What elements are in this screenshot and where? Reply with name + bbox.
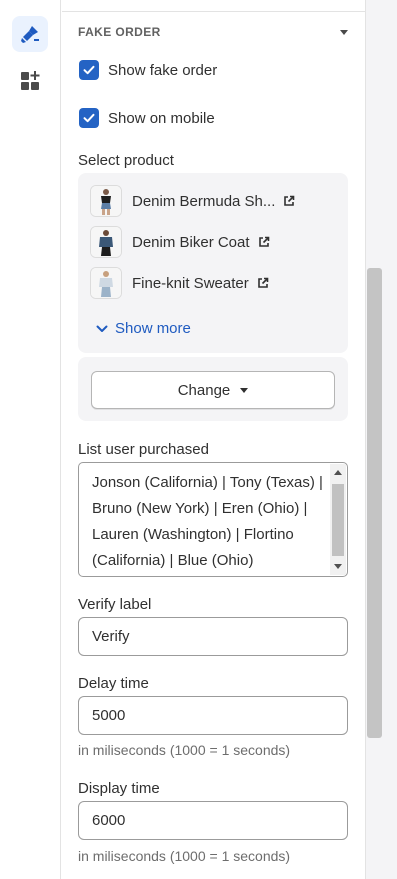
checkmark-icon — [83, 113, 95, 123]
section-header-fake-order[interactable]: FAKE ORDER — [78, 25, 350, 39]
show-on-mobile-label: Show on mobile — [108, 109, 215, 127]
external-link-icon[interactable] — [283, 195, 295, 207]
collapse-caret-icon[interactable] — [340, 29, 348, 35]
scroll-down-icon[interactable] — [334, 564, 342, 569]
caret-down-icon — [240, 387, 249, 393]
display-time-input[interactable]: 6000 — [78, 801, 348, 840]
product-item: Denim Biker Coat — [90, 226, 270, 258]
external-link-icon[interactable] — [257, 277, 269, 289]
change-container: Change — [78, 357, 348, 421]
purchased-list-value[interactable]: Jonson (California) | Tony (Texas) | Bru… — [92, 470, 328, 574]
product-name: Fine-knit Sweater — [132, 274, 249, 292]
show-more-label: Show more — [115, 320, 191, 337]
display-time-help: in miliseconds (1000 = 1 seconds) — [78, 848, 291, 864]
product-name: Denim Bermuda Sh... — [132, 192, 276, 210]
delay-time-input[interactable]: 5000 — [78, 696, 348, 735]
scroll-up-icon[interactable] — [334, 470, 342, 475]
external-link-icon[interactable] — [258, 236, 270, 248]
product-thumbnail — [90, 226, 122, 258]
checkmark-icon — [83, 65, 95, 75]
add-app-block-icon[interactable] — [12, 63, 48, 99]
textarea-scroll-thumb[interactable] — [332, 484, 344, 556]
left-sidebar — [0, 0, 61, 879]
delay-time-help: in miliseconds (1000 = 1 seconds) — [78, 742, 291, 758]
show-on-mobile-checkbox[interactable] — [79, 108, 99, 128]
theme-brush-icon[interactable] — [12, 16, 48, 52]
section-title: FAKE ORDER — [78, 25, 161, 39]
divider — [62, 11, 365, 12]
page-scrollbar-thumb[interactable] — [367, 268, 382, 738]
product-item: Denim Bermuda Sh... — [90, 185, 295, 217]
product-list: Denim Bermuda Sh... Denim Biker Coat Fin… — [78, 173, 348, 353]
verify-label-label: Verify label — [78, 596, 152, 613]
purchased-list-textarea[interactable]: Jonson (California) | Tony (Texas) | Bru… — [78, 462, 348, 577]
settings-panel: FAKE ORDER Show fake order Show on mobil… — [62, 0, 365, 879]
purchased-list-label: List user purchased — [78, 441, 209, 458]
show-fake-order-checkbox[interactable] — [79, 60, 99, 80]
select-product-label: Select product — [78, 152, 174, 169]
textarea-scrollbar[interactable] — [330, 464, 346, 575]
verify-label-input[interactable]: Verify — [78, 617, 348, 656]
change-button[interactable]: Change — [91, 371, 335, 409]
chevron-down-icon — [96, 325, 108, 333]
product-thumbnail — [90, 185, 122, 217]
display-time-label: Display time — [78, 780, 160, 797]
change-button-label: Change — [177, 381, 231, 399]
show-fake-order-label: Show fake order — [108, 61, 218, 79]
product-item: Fine-knit Sweater — [90, 267, 269, 299]
product-thumbnail — [90, 267, 122, 299]
product-name: Denim Biker Coat — [132, 233, 250, 251]
show-more-link[interactable]: Show more — [96, 320, 191, 337]
delay-time-label: Delay time — [78, 675, 149, 692]
show-on-mobile-row[interactable]: Show on mobile — [79, 108, 215, 128]
show-fake-order-row[interactable]: Show fake order — [79, 60, 217, 80]
